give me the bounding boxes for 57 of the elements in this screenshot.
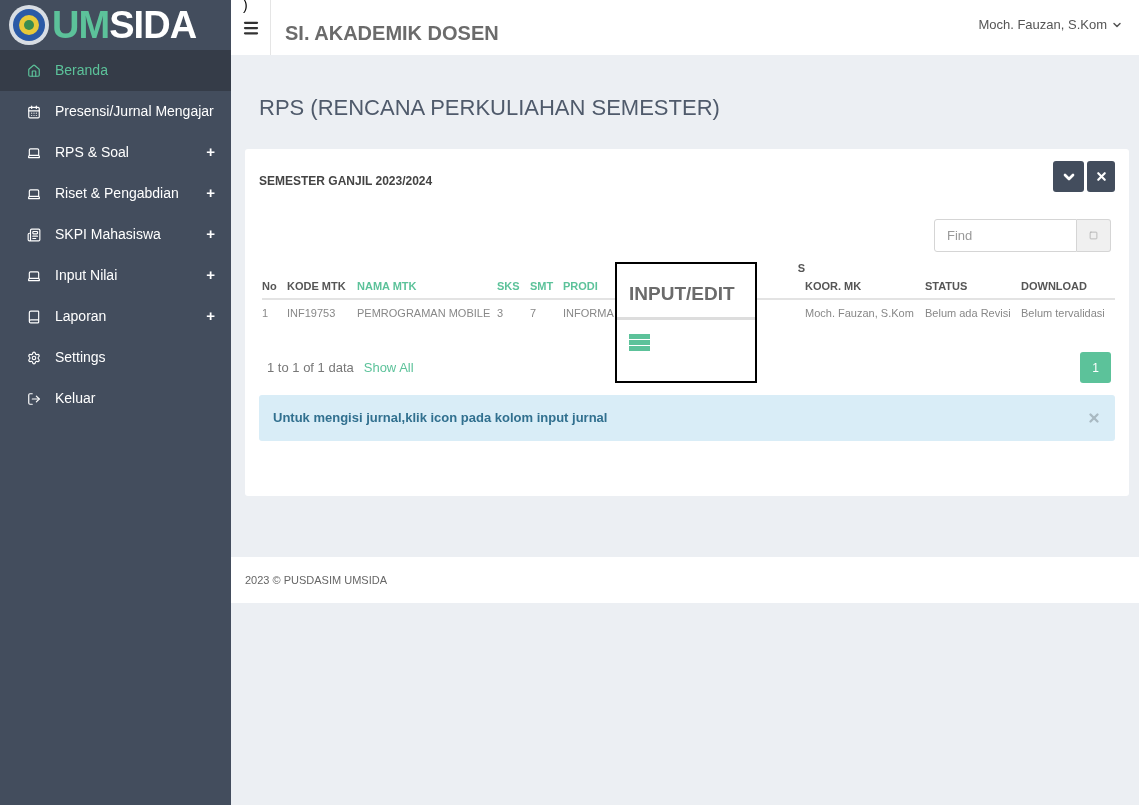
collapse-button[interactable]: [1053, 161, 1084, 192]
callout-title: INPUT/EDIT: [629, 282, 736, 306]
table-cell-text: Belum ada Revisi: [925, 306, 1011, 321]
column-header: KOOR. MK: [805, 279, 862, 294]
column-header: PRODI: [563, 279, 598, 294]
table-cell-text: 1: [262, 306, 269, 321]
sidebar-item[interactable]: Settings: [0, 337, 231, 378]
square-icon: [1089, 231, 1098, 240]
sidebar-item[interactable]: Keluar: [0, 378, 231, 419]
search-field[interactable]: Find: [934, 219, 1077, 252]
home-icon: [27, 63, 41, 78]
university-seal-icon: [8, 4, 50, 46]
sidebar-item[interactable]: Presensi/Jurnal Mengajar: [0, 91, 231, 132]
user-menu[interactable]: Moch. Fauzan, S.Kom: [978, 14, 1123, 35]
column-header: DOWNLOAD: [1021, 279, 1087, 294]
record-summary: 1 to 1 of 1 data: [267, 358, 354, 377]
column-header: KODE MTK: [287, 279, 346, 294]
table-cell-text: PEMROGRAMAN MOBILE: [357, 306, 491, 321]
table-cell-text: Belum tervalidasi: [1021, 306, 1105, 321]
newspaper-icon: [27, 227, 41, 242]
sidebar-item[interactable]: SKPI Mahasiswa +: [0, 214, 231, 255]
column-header: SKS: [497, 279, 520, 294]
column-header: STATUS: [925, 279, 968, 294]
panel-title: SEMESTER GANJIL 2023/2024: [259, 172, 433, 190]
column-header: S: [797, 261, 805, 276]
laptop-icon: [27, 268, 41, 283]
expand-toggle[interactable]: +: [206, 264, 215, 287]
footer-text: 2023 © PUSDASIM UMSIDA: [245, 572, 387, 588]
laptop-icon: [27, 145, 41, 160]
expand-toggle[interactable]: +: [206, 141, 215, 164]
column-header: SMT: [530, 279, 554, 294]
column-header: No: [262, 279, 277, 294]
table-cell-text: Moch. Fauzan, S.Kom: [805, 306, 914, 321]
app-title: SI. AKADEMIK DOSEN: [285, 20, 499, 46]
table-cell-text: 7: [530, 306, 537, 321]
laptop-icon: [27, 186, 41, 201]
sidebar-item[interactable]: Input Nilai +: [0, 255, 231, 296]
text-fragment: ): [243, 0, 248, 13]
close-button[interactable]: [1087, 161, 1115, 192]
page-title: RPS (RENCANA PERKULIAHAN SEMESTER): [259, 94, 721, 122]
table-cell-text: INFORMA: [563, 306, 614, 321]
sidebar-item[interactable]: Laporan +: [0, 296, 231, 337]
sidebar-item[interactable]: RPS & Soal +: [0, 132, 231, 173]
settings-icon: [27, 350, 41, 365]
table-cell-text: 3: [497, 306, 504, 321]
table-cell-text: INF19753: [287, 306, 336, 321]
expand-toggle[interactable]: +: [206, 223, 215, 246]
logout-icon: [27, 391, 41, 406]
sidebar-item[interactable]: Beranda: [0, 50, 231, 91]
column-header: NAMA MTK: [357, 279, 417, 294]
close-icon: [1094, 170, 1108, 183]
expand-toggle[interactable]: +: [206, 305, 215, 328]
calendar-icon: [27, 104, 41, 119]
sidebar-item[interactable]: Riset & Pengabdian +: [0, 173, 231, 214]
book-icon: [27, 309, 41, 324]
expand-toggle[interactable]: +: [206, 182, 215, 205]
alert-message: Untuk mengisi jurnal,klik icon pada kolom input jurnal: [273, 409, 608, 428]
